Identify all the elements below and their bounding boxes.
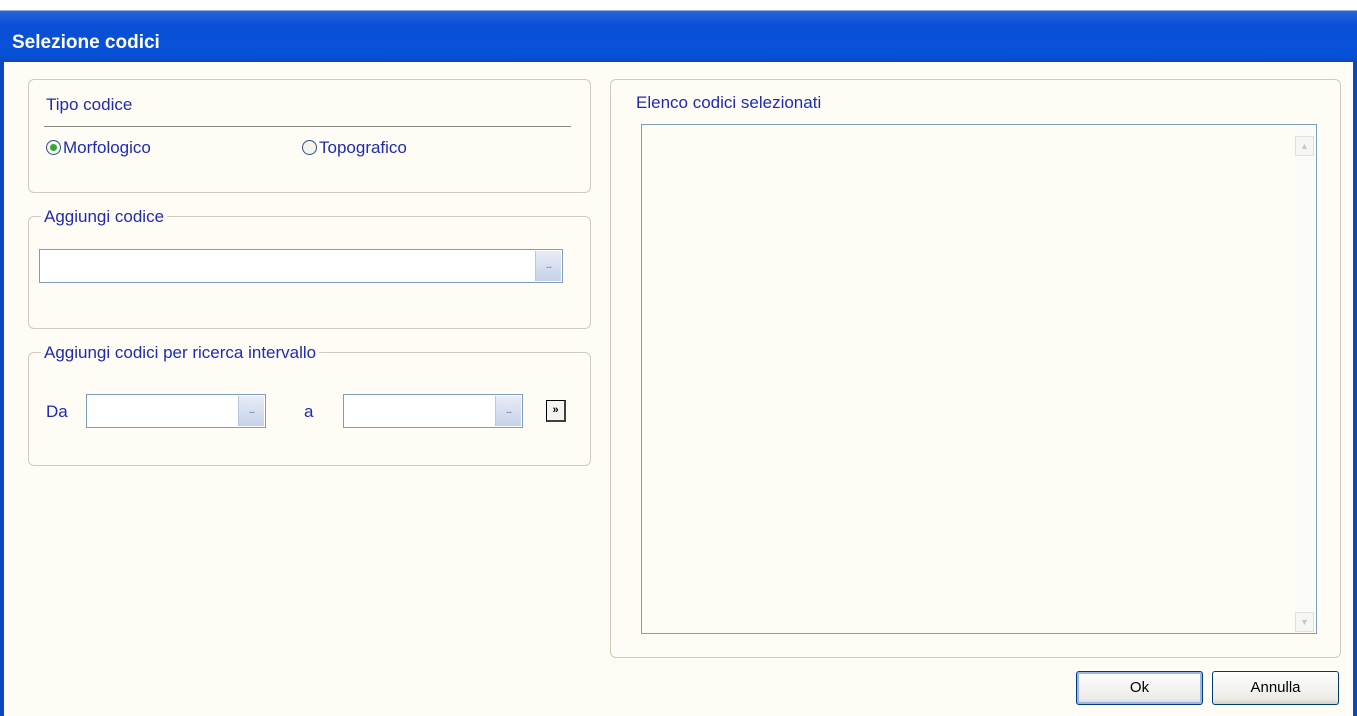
scroll-down-arrow-icon[interactable]: ▼: [1295, 612, 1314, 632]
intervallo-add-button[interactable]: »: [546, 400, 566, 422]
intervallo-legend: Aggiungi codici per ricerca intervallo: [41, 343, 320, 363]
radio-topografico[interactable]: Topografico: [302, 138, 472, 160]
annulla-button[interactable]: Annulla: [1212, 671, 1339, 705]
radio-topografico-button[interactable]: [302, 140, 317, 155]
scroll-up-arrow-icon[interactable]: ▲: [1295, 136, 1314, 156]
window-title: Selezione codici: [12, 32, 160, 53]
tipo-codice-divider: [44, 126, 571, 127]
tipo-codice-heading: Tipo codice: [46, 95, 133, 114]
aggiungi-codice-legend: Aggiungi codice: [41, 207, 168, 227]
elenco-codici-listbox[interactable]: ▲ ▼: [641, 124, 1317, 634]
window-title-bar[interactable]: Selezione codici: [0, 0, 1357, 62]
intervallo-da-input[interactable]: ...: [86, 394, 266, 428]
intervallo-a-input[interactable]: ...: [343, 394, 523, 428]
ok-button[interactable]: Ok: [1076, 671, 1203, 705]
intervallo-da-label: Da: [46, 402, 68, 421]
aggiungi-codice-browse-button[interactable]: ...: [535, 251, 561, 281]
intervallo-a-browse-button[interactable]: ...: [495, 396, 521, 426]
elenco-heading: Elenco codici selezionati: [636, 93, 822, 112]
radio-topografico-label: Topografico: [319, 138, 407, 157]
radio-morfologico-button[interactable]: [46, 140, 61, 155]
intervallo-da-browse-button[interactable]: ...: [238, 396, 264, 426]
radio-morfologico-label: Morfologico: [63, 138, 151, 157]
elenco-scrollbar[interactable]: ▲ ▼: [1294, 126, 1315, 632]
window-frame-left: [0, 62, 4, 716]
intervallo-a-label: a: [304, 402, 314, 421]
aggiungi-codice-input[interactable]: ...: [39, 249, 563, 283]
window-frame-right: [1353, 62, 1357, 716]
radio-morfologico[interactable]: Morfologico: [46, 138, 206, 160]
